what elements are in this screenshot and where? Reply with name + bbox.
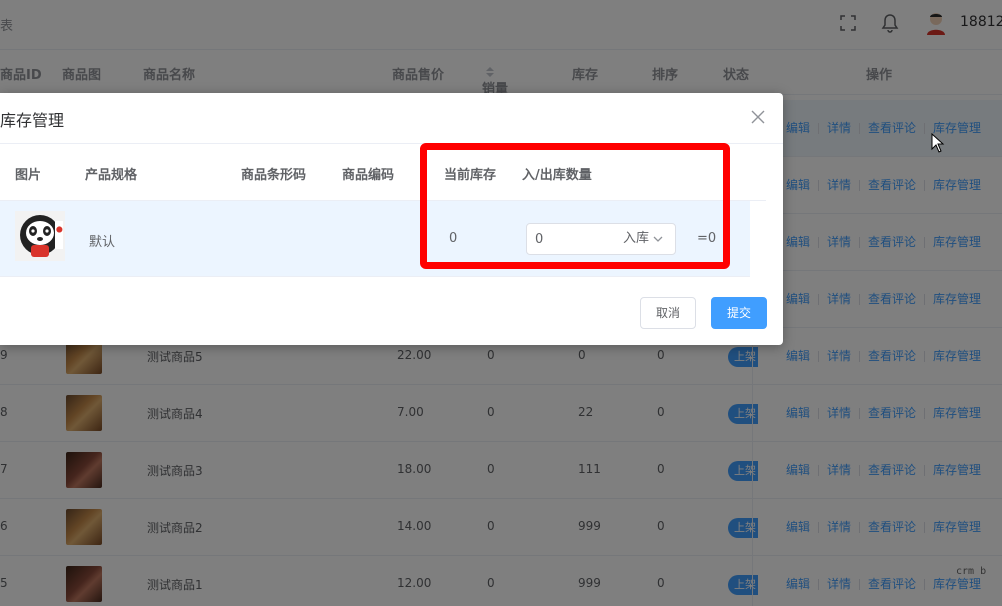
submit-button[interactable]: 提交	[711, 297, 767, 329]
sku-row: ⬤ 默认 0 入库 =0	[0, 201, 750, 277]
sku-col-barcode: 商品条形码	[241, 168, 307, 183]
panda-mascot-icon: ⬤	[15, 211, 65, 261]
sku-col-image: 图片	[15, 168, 42, 183]
qty-input-group: 入库	[526, 223, 676, 255]
sku-table-header: 图片 产品规格 商品条形码 商品编码 当前库存 入/出库数量	[0, 144, 766, 201]
sku-col-spec: 产品规格	[85, 168, 138, 183]
cancel-button[interactable]: 取消	[640, 297, 696, 329]
sku-spec: 默认	[89, 235, 116, 250]
sku-col-code: 商品编码	[342, 168, 395, 183]
mouse-cursor-icon	[931, 133, 945, 153]
watermark: crm b	[956, 566, 987, 577]
close-icon[interactable]	[751, 110, 765, 124]
svg-text:⬤: ⬤	[56, 226, 63, 233]
dialog-title: 库存管理	[0, 111, 65, 130]
chevron-down-icon	[653, 236, 663, 242]
sku-current-stock: 0	[449, 231, 458, 246]
stock-management-dialog: 库存管理 图片 产品规格 商品条形码 商品编码 当前库存 入/出库数量 ⬤ 默认…	[0, 93, 783, 345]
product-image: ⬤	[15, 211, 65, 261]
sku-col-current-stock: 当前库存	[444, 168, 497, 183]
io-qty-input[interactable]	[527, 224, 617, 254]
io-type-select[interactable]: 入库	[623, 224, 675, 254]
io-result: =0	[697, 231, 717, 246]
sku-col-io-qty: 入/出库数量	[522, 168, 592, 183]
